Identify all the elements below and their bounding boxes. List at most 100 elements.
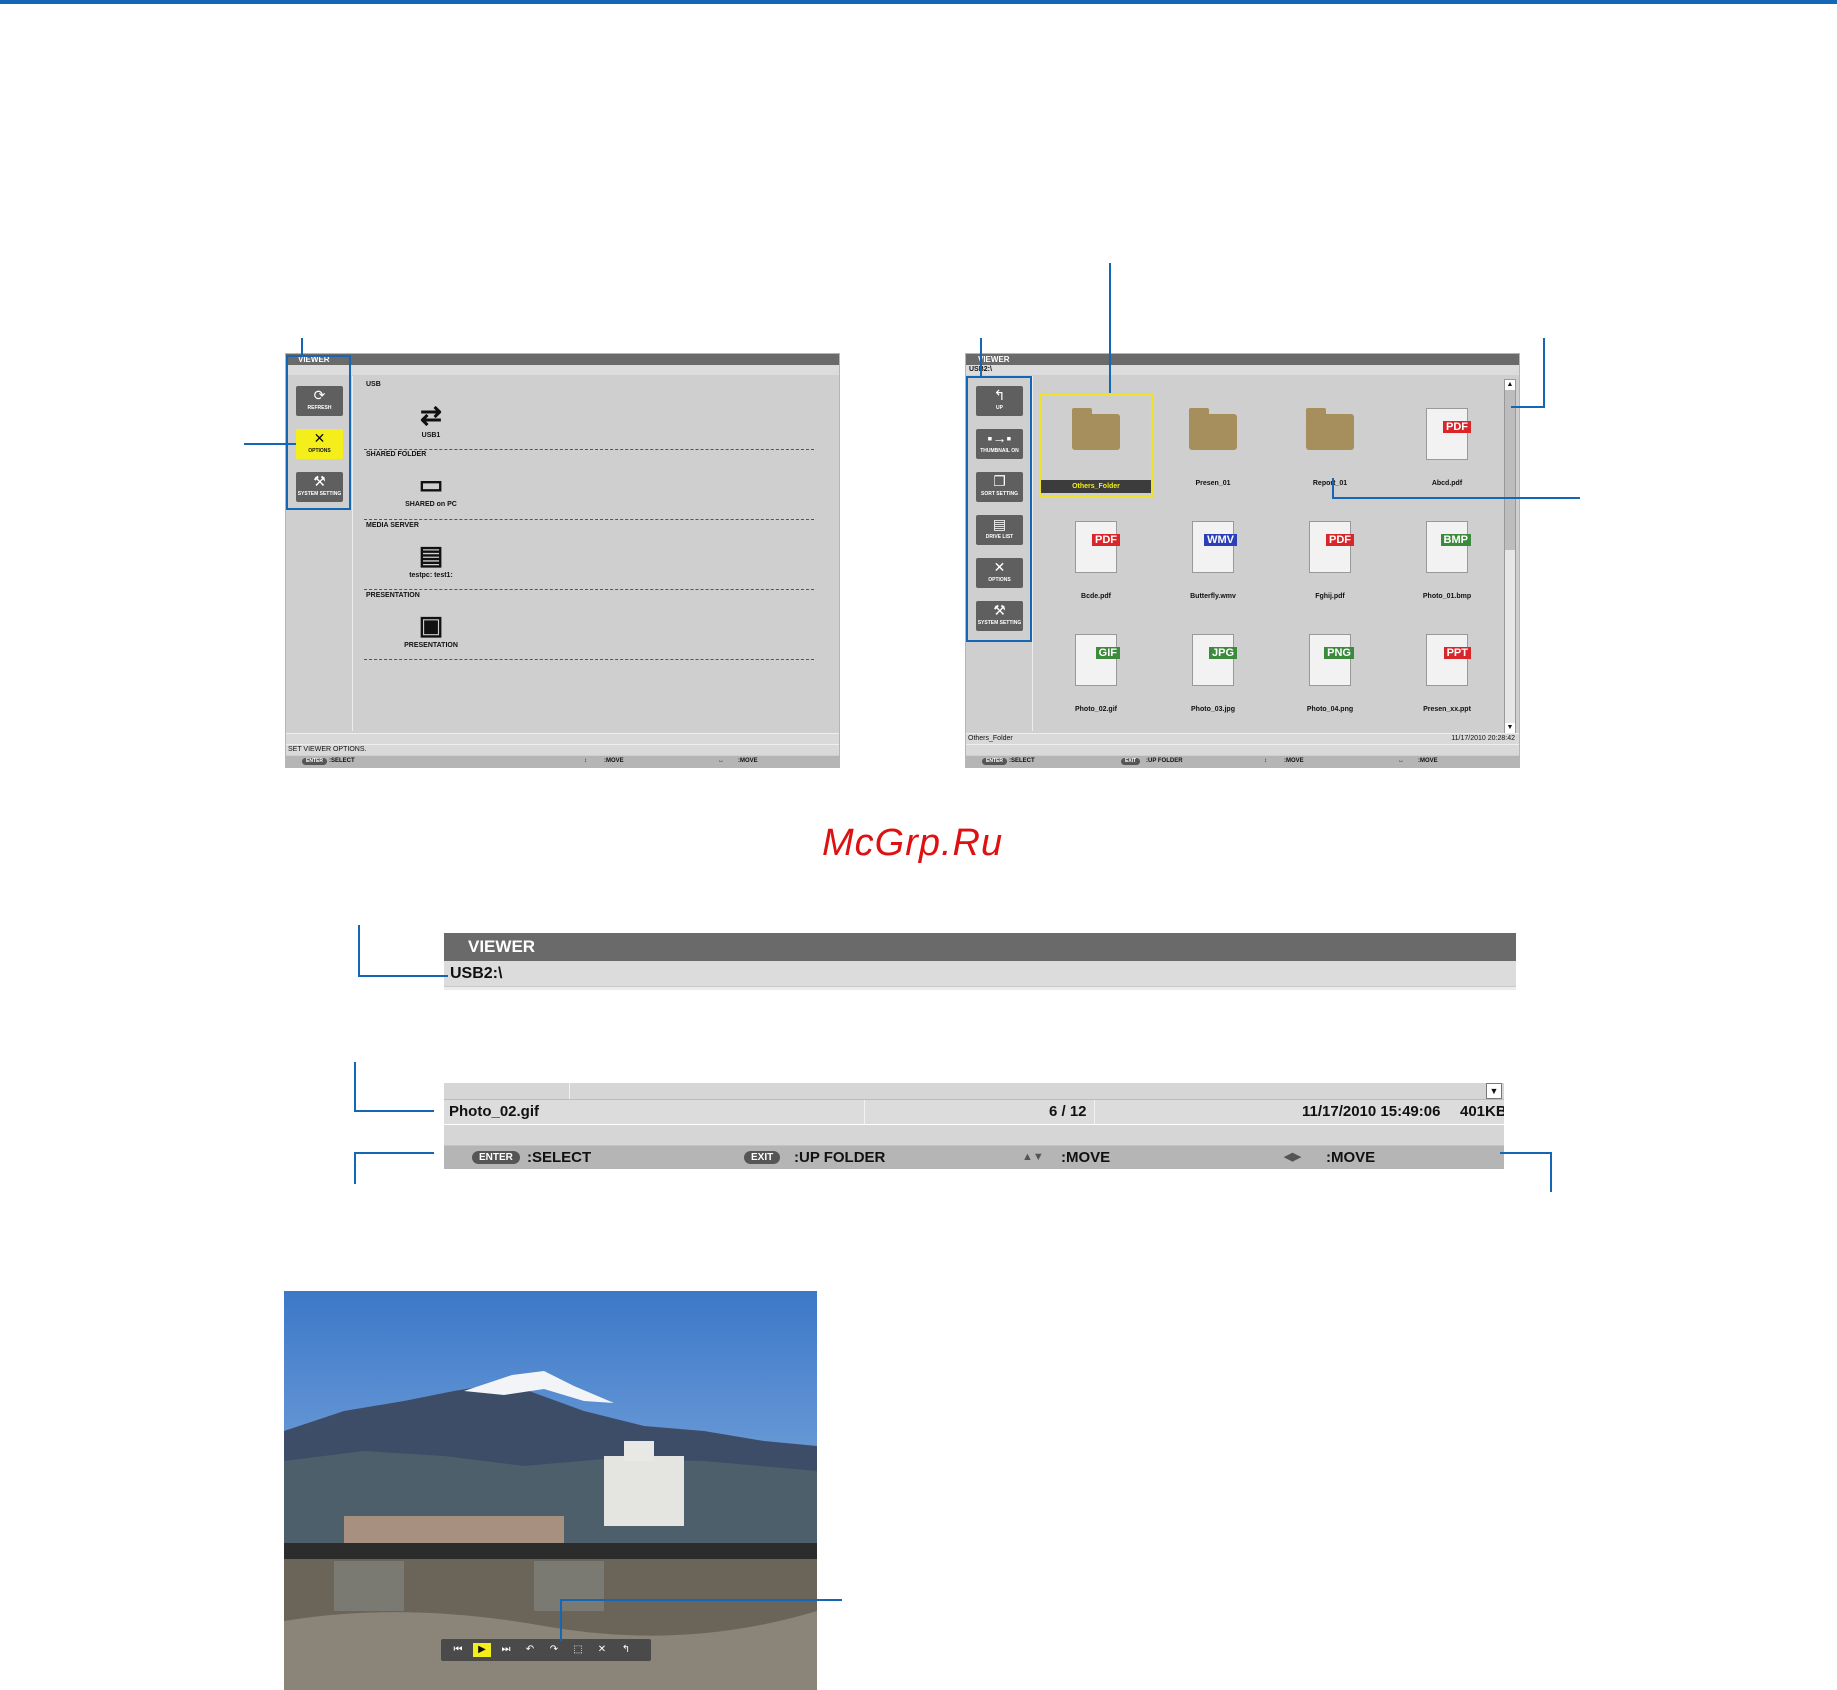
file-thumbnail[interactable]: WMV Butterfly.wmv: [1158, 509, 1268, 609]
pdf-file-icon: PDF: [1075, 521, 1120, 573]
divider: [364, 589, 814, 590]
system-setting-button[interactable]: ⚒ SYSTEM SETTING: [976, 601, 1023, 631]
play-icon: ▶: [478, 1644, 486, 1655]
key-guide: ENTER :SELECT ↕ :MOVE ↔ :MOVE: [286, 756, 839, 767]
callout-line: [1332, 478, 1334, 499]
prev-icon: ⏮: [453, 1644, 463, 1655]
file-thumbnail[interactable]: Report_01: [1275, 396, 1385, 496]
file-type-tag: WMV: [1204, 534, 1237, 546]
pdf-file-icon: PDF: [1309, 521, 1354, 573]
callout-line: [354, 1152, 434, 1154]
system-setting-icon: ⚒: [993, 602, 1006, 618]
up-button[interactable]: ↰: [617, 1643, 635, 1657]
fit-button[interactable]: ⬚: [569, 1643, 587, 1657]
file-thumbnail[interactable]: PDF Abcd.pdf: [1392, 396, 1502, 496]
callout-line: [286, 355, 288, 510]
callout-line: [966, 376, 1032, 378]
next-icon: ⏭: [501, 1644, 511, 1655]
key-guide-bar: ENTER :SELECT EXIT :UP FOLDER ▲▼ :MOVE ◀…: [444, 1146, 1504, 1169]
file-thumbnail[interactable]: PDF Bcde.pdf: [1041, 509, 1151, 609]
pdf-file-icon: PDF: [1426, 408, 1471, 460]
footer-top-bar: ▼: [444, 1083, 1504, 1100]
play-button[interactable]: ▶: [473, 1643, 491, 1657]
tools-icon: ✕: [313, 430, 326, 446]
file-thumbnail[interactable]: JPG Photo_03.jpg: [1158, 622, 1268, 722]
file-type-tag: PDF: [1443, 421, 1471, 433]
callout-line: [354, 1152, 356, 1184]
section-usb: USB: [366, 381, 381, 388]
options-button[interactable]: ✕ OPTIONS: [296, 429, 343, 459]
up-icon: ↰: [621, 1644, 631, 1655]
file-type-tag: PDF: [1092, 534, 1120, 546]
rotate-right-icon: ↷: [549, 1644, 559, 1655]
file-thumbnail[interactable]: Presen_01: [1158, 396, 1268, 496]
sidebar: ↰ UP ▪→▪ THUMBNAIL ON ❐ SORT SETTING ▤ DRIVE…: [966, 376, 1033, 731]
file-thumbnail[interactable]: PDF Fghij.pdf: [1275, 509, 1385, 609]
refresh-button[interactable]: ⟳ REFRESH: [296, 386, 343, 416]
leftright-icon: ◀▶: [1284, 1151, 1301, 1163]
divider: [364, 449, 814, 450]
png-file-icon: PNG: [1309, 634, 1354, 686]
media-server-icon: ▤: [418, 540, 444, 570]
callout-line: [966, 640, 1032, 642]
divider: [364, 659, 814, 660]
rotate-left-button[interactable]: ↶: [521, 1643, 539, 1657]
file-type-tag: PDF: [1326, 534, 1354, 546]
scrollbar[interactable]: ▲ ▼: [1504, 379, 1516, 734]
header-divider: [444, 986, 1516, 990]
file-name: Presen_xx.ppt: [1423, 706, 1471, 713]
photo-image: [284, 1291, 817, 1690]
file-name: Abcd.pdf: [1431, 480, 1463, 487]
folder-icon: [1306, 408, 1354, 450]
rotate-right-button[interactable]: ↷: [545, 1643, 563, 1657]
updown-icon: ↕: [584, 758, 587, 764]
info-bar: Others_Folder 11/17/2010 20:28:42: [966, 733, 1519, 744]
status-message-bar: [444, 1125, 1504, 1146]
scroll-thumb[interactable]: [1505, 390, 1515, 550]
file-thumbnail[interactable]: Others_Folder: [1039, 394, 1153, 498]
source-shared-on-pc[interactable]: ▭ SHARED on PC: [391, 467, 471, 508]
close-button[interactable]: ✕: [593, 1643, 611, 1657]
file-info-bar: Photo_02.gif 6 / 12 11/17/2010 15:49:06 …: [444, 1100, 1504, 1124]
callout-line: [560, 1599, 562, 1641]
scroll-up-arrow[interactable]: ▲: [1505, 380, 1515, 390]
file-thumbnail[interactable]: BMP Photo_01.bmp: [1392, 509, 1502, 609]
drive-list-button[interactable]: ▤ DRIVE LIST: [976, 515, 1023, 545]
scroll-down-arrow[interactable]: ▼: [1486, 1083, 1502, 1099]
callout-line: [966, 376, 968, 642]
options-button[interactable]: ✕ OPTIONS: [976, 558, 1023, 588]
file-name: Bcde.pdf: [1081, 593, 1111, 600]
file-name: Photo_01.bmp: [1422, 593, 1472, 600]
source-presentation[interactable]: ▣ PRESENTATION: [391, 608, 471, 649]
callout-line: [286, 508, 351, 510]
next-button[interactable]: ⏭: [497, 1643, 515, 1657]
gif-file-icon: GIF: [1075, 634, 1120, 686]
sort-icon: ❐: [993, 473, 1006, 489]
file-type-tag: GIF: [1095, 647, 1120, 659]
file-type-tag: BMP: [1440, 534, 1471, 546]
folder-icon: [1072, 408, 1120, 450]
pc-icon: ▭: [418, 469, 444, 499]
callout-line: [301, 338, 303, 356]
up-button[interactable]: ↰ UP: [976, 386, 1023, 416]
sort-setting-button[interactable]: ❐ SORT SETTING: [976, 472, 1023, 502]
rotate-left-icon: ↶: [525, 1644, 535, 1655]
file-thumbnail[interactable]: PNG Photo_04.png: [1275, 622, 1385, 722]
info-bar: [286, 733, 839, 744]
ppt-file-icon: PPT: [1426, 634, 1471, 686]
file-thumbnail[interactable]: GIF Photo_02.gif: [1041, 622, 1151, 722]
file-thumbnail[interactable]: PPT Presen_xx.ppt: [1392, 622, 1502, 722]
updown-icon: ▲▼: [1022, 1151, 1044, 1163]
callout-line: [1543, 338, 1545, 408]
source-usb1[interactable]: ⇄ USB1: [391, 398, 471, 439]
scroll-down-arrow[interactable]: ▼: [1505, 723, 1515, 733]
wmv-file-icon: WMV: [1192, 521, 1237, 573]
thumbnail-button[interactable]: ▪→▪ THUMBNAIL ON: [976, 429, 1023, 459]
source-media-server[interactable]: ▤ testpc: test1:: [391, 538, 471, 579]
system-setting-button[interactable]: ⚒ SYSTEM SETTING: [296, 472, 343, 502]
key-guide: ENTER :SELECT EXIT :UP FOLDER ↕ :MOVE ↔ …: [966, 756, 1519, 767]
header-title-bar: VIEWER: [444, 933, 1516, 961]
callout-line: [354, 1110, 434, 1112]
prev-button[interactable]: ⏮: [449, 1643, 467, 1657]
file-name: Presen_01: [1195, 480, 1231, 487]
